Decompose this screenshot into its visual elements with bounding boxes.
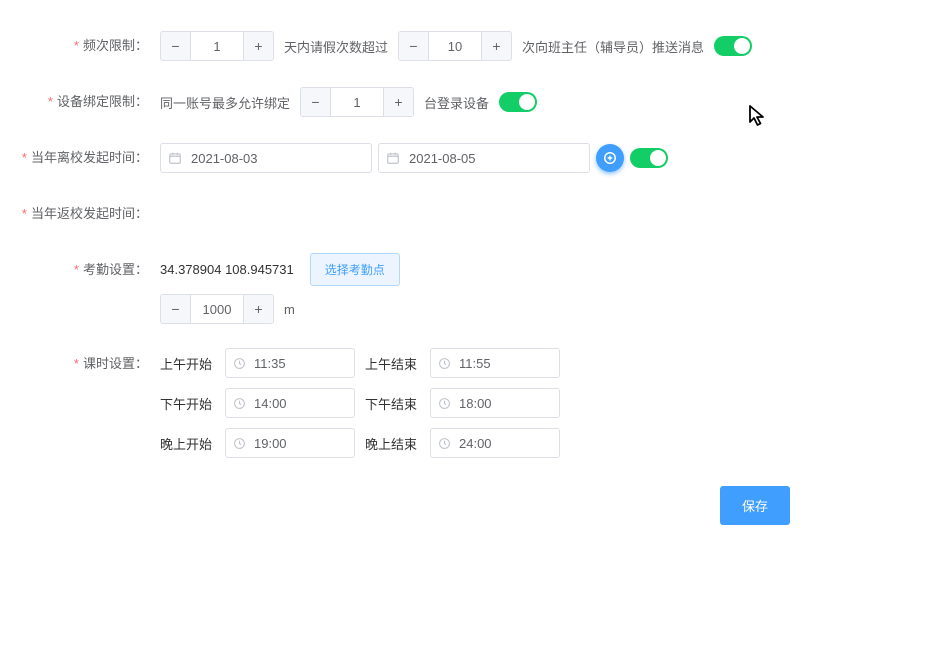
- clock-icon: [233, 397, 246, 410]
- label-return: *当年返校发起时间：: [20, 198, 160, 230]
- row-leave: *当年离校发起时间：: [20, 142, 915, 174]
- am-start-label: 上午开始: [160, 354, 215, 373]
- label-frequency: *频次限制：: [20, 30, 160, 62]
- attendance-coords: 34.378904 108.945731: [160, 262, 294, 277]
- save-button[interactable]: 保存: [720, 486, 790, 525]
- select-attendance-point-button[interactable]: 选择考勤点: [310, 253, 400, 286]
- lesson-am-row: 上午开始 上午结束: [160, 348, 560, 378]
- save-row: 保存: [20, 486, 915, 525]
- form-container: *频次限制： − + 天内请假次数超过 − + 次向班主任（辅导员）推送消息 *…: [0, 0, 935, 649]
- frequency-days-input[interactable]: [191, 32, 243, 60]
- clock-icon: [438, 437, 451, 450]
- ev-end-label: 晚上结束: [365, 434, 420, 453]
- increment-button[interactable]: +: [243, 295, 273, 323]
- content-leave: [160, 143, 668, 173]
- content-attendance: 34.378904 108.945731 选择考勤点 − + m: [160, 254, 400, 324]
- attendance-distance-input[interactable]: [191, 295, 243, 323]
- leave-toggle[interactable]: [630, 148, 668, 168]
- pm-end-wrap[interactable]: [430, 388, 560, 418]
- attendance-distance-stepper[interactable]: − +: [160, 294, 274, 324]
- device-toggle[interactable]: [499, 92, 537, 112]
- am-start-wrap[interactable]: [225, 348, 355, 378]
- leave-end-wrap[interactable]: [378, 143, 590, 173]
- lesson-ev-row: 晚上开始 晚上结束: [160, 428, 560, 458]
- leave-end-input[interactable]: [378, 143, 590, 173]
- clock-icon: [438, 357, 451, 370]
- content-lesson: 上午开始 上午结束 下午开始 下午结束: [160, 348, 560, 458]
- pm-start-label: 下午开始: [160, 394, 215, 413]
- content-frequency: − + 天内请假次数超过 − + 次向班主任（辅导员）推送消息: [160, 31, 752, 61]
- frequency-text-2: 次向班主任（辅导员）推送消息: [522, 37, 704, 56]
- increment-button[interactable]: +: [383, 88, 413, 116]
- pm-end-label: 下午结束: [365, 394, 420, 413]
- label-device: *设备绑定限制：: [20, 86, 160, 118]
- device-count-input[interactable]: [331, 88, 383, 116]
- row-lesson: *课时设置： 上午开始 上午结束 下午开始: [20, 348, 915, 458]
- frequency-toggle[interactable]: [714, 36, 752, 56]
- clock-icon: [438, 397, 451, 410]
- row-frequency: *频次限制： − + 天内请假次数超过 − + 次向班主任（辅导员）推送消息: [20, 30, 915, 62]
- label-attendance: *考勤设置：: [20, 254, 160, 286]
- device-text-1: 同一账号最多允许绑定: [160, 93, 290, 112]
- frequency-days-stepper[interactable]: − +: [160, 31, 274, 61]
- leave-start-wrap[interactable]: [160, 143, 372, 173]
- decrement-button[interactable]: −: [161, 295, 191, 323]
- clock-icon: [233, 357, 246, 370]
- decrement-button[interactable]: −: [301, 88, 331, 116]
- calendar-icon: [386, 151, 400, 165]
- leave-start-input[interactable]: [160, 143, 372, 173]
- row-attendance: *考勤设置： 34.378904 108.945731 选择考勤点 − + m: [20, 254, 915, 324]
- row-return: *当年返校发起时间：: [20, 198, 915, 230]
- label-leave: *当年离校发起时间：: [20, 142, 160, 174]
- plus-circle-icon: [603, 151, 617, 165]
- decrement-button[interactable]: −: [399, 32, 429, 60]
- decrement-button[interactable]: −: [161, 32, 191, 60]
- increment-button[interactable]: +: [481, 32, 511, 60]
- attendance-unit: m: [284, 302, 295, 317]
- lesson-pm-row: 下午开始 下午结束: [160, 388, 560, 418]
- row-device: *设备绑定限制： 同一账号最多允许绑定 − + 台登录设备: [20, 86, 915, 118]
- increment-button[interactable]: +: [243, 32, 273, 60]
- pm-start-wrap[interactable]: [225, 388, 355, 418]
- calendar-icon: [168, 151, 182, 165]
- device-count-stepper[interactable]: − +: [300, 87, 414, 117]
- frequency-count-stepper[interactable]: − +: [398, 31, 512, 61]
- label-lesson: *课时设置：: [20, 348, 160, 380]
- content-device: 同一账号最多允许绑定 − + 台登录设备: [160, 87, 537, 117]
- am-end-label: 上午结束: [365, 354, 420, 373]
- ev-end-wrap[interactable]: [430, 428, 560, 458]
- clock-icon: [233, 437, 246, 450]
- device-text-2: 台登录设备: [424, 93, 489, 112]
- frequency-text-1: 天内请假次数超过: [284, 37, 388, 56]
- ev-start-label: 晚上开始: [160, 434, 215, 453]
- frequency-count-input[interactable]: [429, 32, 481, 60]
- ev-start-wrap[interactable]: [225, 428, 355, 458]
- am-end-wrap[interactable]: [430, 348, 560, 378]
- add-date-range-button[interactable]: [596, 144, 624, 172]
